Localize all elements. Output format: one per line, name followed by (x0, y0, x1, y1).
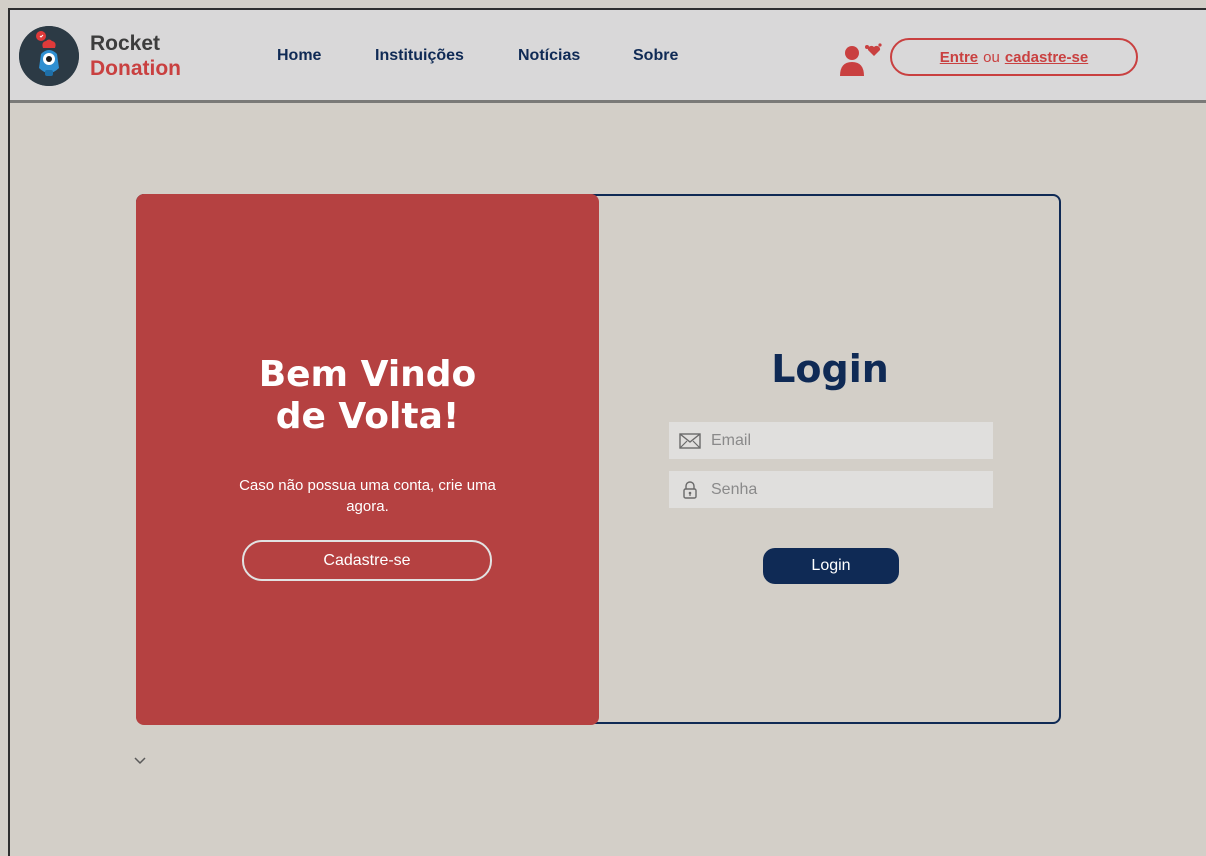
envelope-icon (679, 432, 701, 449)
welcome-subtitle: Caso não possua uma conta, crie uma agor… (239, 477, 496, 515)
auth-or-text: ou (983, 48, 1000, 66)
lock-icon (683, 480, 697, 499)
rocket-mascot-icon[interactable] (19, 26, 79, 86)
chevron-down-icon[interactable] (133, 756, 147, 766)
nav-sobre[interactable]: Sobre (633, 47, 678, 65)
password-input[interactable] (711, 480, 993, 499)
welcome-title: Bem Vindo de Volta! (136, 354, 599, 438)
email-field[interactable] (669, 422, 993, 459)
login-title: Login (771, 347, 889, 391)
nav-home[interactable]: Home (277, 47, 321, 65)
nav-noticias[interactable]: Notícias (518, 47, 580, 65)
brand-name-line1: Rocket (90, 32, 161, 55)
brand-name-line2: Donation (90, 57, 181, 80)
nav-instituicoes[interactable]: Instituições (375, 47, 464, 65)
auth-enter-link[interactable]: Entre (940, 49, 978, 66)
welcome-title-line2: de Volta! (275, 396, 460, 437)
welcome-title-line1: Bem Vindo (258, 354, 477, 395)
login-signup-button[interactable]: Entre ou cadastre-se (890, 38, 1138, 76)
welcome-panel: Bem Vindo de Volta! Caso não possua uma … (136, 194, 599, 725)
auth-signup-link[interactable]: cadastre-se (1005, 49, 1088, 66)
password-field[interactable] (669, 471, 993, 508)
user-heart-icon (840, 43, 882, 76)
signup-button[interactable]: Cadastre-se (242, 540, 492, 581)
navbar: Rocket Donation Home Instituições Notíci… (10, 10, 1206, 103)
login-button[interactable]: Login (763, 548, 899, 584)
email-input[interactable] (711, 431, 993, 450)
